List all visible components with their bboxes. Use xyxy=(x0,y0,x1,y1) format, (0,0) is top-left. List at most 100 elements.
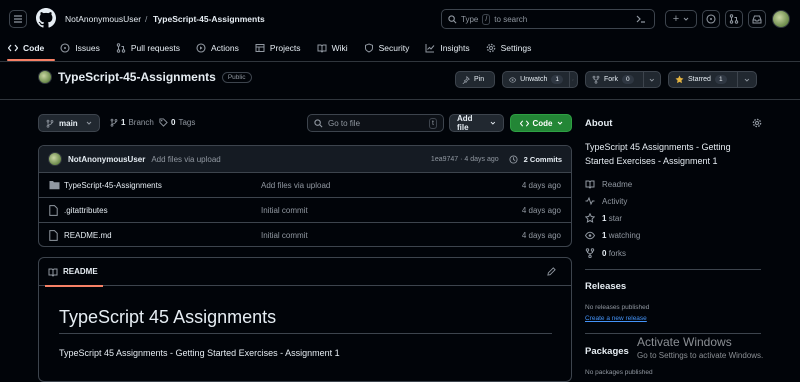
book-icon xyxy=(317,44,327,53)
code-dropdown-button[interactable]: Code xyxy=(510,114,572,132)
code-icon xyxy=(519,119,529,127)
commit-message[interactable]: Add files via upload xyxy=(151,155,220,164)
forks-link[interactable]: 0 forks xyxy=(585,248,626,258)
graph-icon xyxy=(425,44,435,53)
star-count: 1 xyxy=(714,75,727,84)
tab-pull-requests[interactable]: Pull requests xyxy=(108,38,188,58)
readme-tab[interactable]: README xyxy=(63,267,98,276)
tab-label: Issues xyxy=(75,43,100,53)
branches-link[interactable]: 1 Branch xyxy=(110,118,154,127)
tab-projects[interactable]: Projects xyxy=(247,38,309,58)
folder-icon xyxy=(49,181,60,190)
search-shortcut: / xyxy=(482,13,491,25)
commit-meta[interactable]: 1ea9747 · 4 days ago xyxy=(431,156,499,163)
tab-label: Pull requests xyxy=(130,43,180,53)
chevron-down-icon xyxy=(572,79,574,80)
watching-count: 1 xyxy=(602,231,607,240)
watchers-link[interactable]: 1 watching xyxy=(585,231,640,240)
tab-issues[interactable]: Issues xyxy=(52,38,108,58)
chevron-down-icon xyxy=(557,121,562,125)
user-avatar[interactable] xyxy=(772,10,790,28)
readme-link[interactable]: Readme xyxy=(585,179,632,189)
global-header: NotAnonymousUser / TypeScript-45-Assignm… xyxy=(0,0,800,62)
tab-code[interactable]: Code xyxy=(0,38,52,58)
book-icon xyxy=(585,180,595,189)
pin-icon xyxy=(462,75,470,84)
readme-heading: TypeScript 45 Assignments xyxy=(59,307,552,334)
activity-link[interactable]: Activity xyxy=(585,196,627,206)
repo-link[interactable]: TypeScript-45-Assignments xyxy=(153,14,265,24)
file-row[interactable]: README.md Initial commit 4 days ago xyxy=(39,223,571,246)
tab-wiki[interactable]: Wiki xyxy=(309,38,356,58)
fork-count: 0 xyxy=(622,75,634,84)
file-row[interactable]: TypeScript-45-Assignments Add files via … xyxy=(39,173,571,198)
tab-insights[interactable]: Insights xyxy=(417,38,477,58)
menu-button[interactable] xyxy=(9,10,27,28)
file-name[interactable]: TypeScript-45-Assignments xyxy=(64,181,162,190)
readme-body: TypeScript 45 Assignments - Getting Star… xyxy=(59,348,340,358)
file-commit-message[interactable]: Initial commit xyxy=(261,231,308,240)
file-commit-message[interactable]: Add files via upload xyxy=(261,181,330,190)
create-new-button[interactable]: + xyxy=(665,10,697,28)
code-button-label: Code xyxy=(532,118,553,128)
owner-link[interactable]: NotAnonymousUser xyxy=(65,14,141,24)
watch-button[interactable]: Unwatch 1 xyxy=(502,71,578,88)
commits-link[interactable]: 2 Commits xyxy=(524,155,562,164)
go-to-file-placeholder: Go to file xyxy=(328,118,361,128)
file-commit-message[interactable]: Initial commit xyxy=(261,206,308,215)
repo-name[interactable]: TypeScript-45-Assignments xyxy=(58,70,216,84)
forks-label: forks xyxy=(608,248,627,258)
branch-count-label: Branch xyxy=(128,118,154,127)
commit-author[interactable]: NotAnonymousUser xyxy=(68,155,145,164)
releases-title[interactable]: Releases xyxy=(585,281,626,292)
file-row[interactable]: .gitattributes Initial commit 4 days ago xyxy=(39,198,571,223)
button-divider xyxy=(643,72,645,87)
inbox-button[interactable] xyxy=(748,10,766,28)
branch-name: main xyxy=(59,118,78,128)
issues-button[interactable] xyxy=(702,10,720,28)
go-to-file-input[interactable]: Go to file t xyxy=(307,114,444,132)
table-icon xyxy=(255,44,265,52)
tab-actions[interactable]: Actions xyxy=(188,38,247,58)
file-name[interactable]: .gitattributes xyxy=(64,206,108,215)
readme-tab-underline xyxy=(45,285,103,287)
activate-windows-watermark: Activate Windows Go to Settings to activ… xyxy=(637,335,763,360)
history-icon xyxy=(509,154,518,164)
fork-icon xyxy=(585,248,595,258)
command-palette-button[interactable] xyxy=(632,10,650,28)
stars-count: 1 xyxy=(602,213,607,223)
play-icon xyxy=(196,43,206,53)
book-icon xyxy=(48,268,58,277)
github-logo[interactable] xyxy=(36,8,56,28)
branch-selector[interactable]: main xyxy=(38,114,100,132)
pull-request-icon xyxy=(116,43,126,53)
sidebar-divider xyxy=(585,269,761,270)
tab-security[interactable]: Security xyxy=(356,38,418,58)
pull-requests-button[interactable] xyxy=(725,10,743,28)
add-file-button[interactable]: Add file xyxy=(449,114,504,132)
tab-settings[interactable]: Settings xyxy=(478,38,540,58)
tags-link[interactable]: 0 Tags xyxy=(159,118,195,127)
about-title: About xyxy=(585,118,613,129)
packages-title[interactable]: Packages xyxy=(585,346,629,357)
tag-count-label: Tags xyxy=(178,118,196,127)
fork-button[interactable]: Fork 0 xyxy=(585,71,661,88)
chevron-down-icon xyxy=(490,121,496,125)
file-icon xyxy=(49,205,58,216)
pencil-icon[interactable] xyxy=(547,267,556,276)
pin-button[interactable]: Pin xyxy=(455,71,495,88)
create-release-link[interactable]: Create a new release xyxy=(585,315,647,322)
file-name[interactable]: README.md xyxy=(64,231,112,240)
branch-icon xyxy=(46,119,54,128)
search-input[interactable]: Type / to search xyxy=(441,9,655,29)
pin-label: Pin xyxy=(474,76,485,83)
gear-icon xyxy=(486,43,495,53)
stars-link[interactable]: 1 star xyxy=(585,213,622,223)
file-age: 4 days ago xyxy=(521,206,561,215)
star-button[interactable]: Starred 1 xyxy=(668,71,757,88)
search-icon xyxy=(448,14,457,23)
gear-icon[interactable] xyxy=(752,118,762,128)
commit-author-avatar[interactable] xyxy=(48,152,62,166)
tab-label: Insights xyxy=(440,43,470,53)
eye-icon xyxy=(509,76,517,83)
